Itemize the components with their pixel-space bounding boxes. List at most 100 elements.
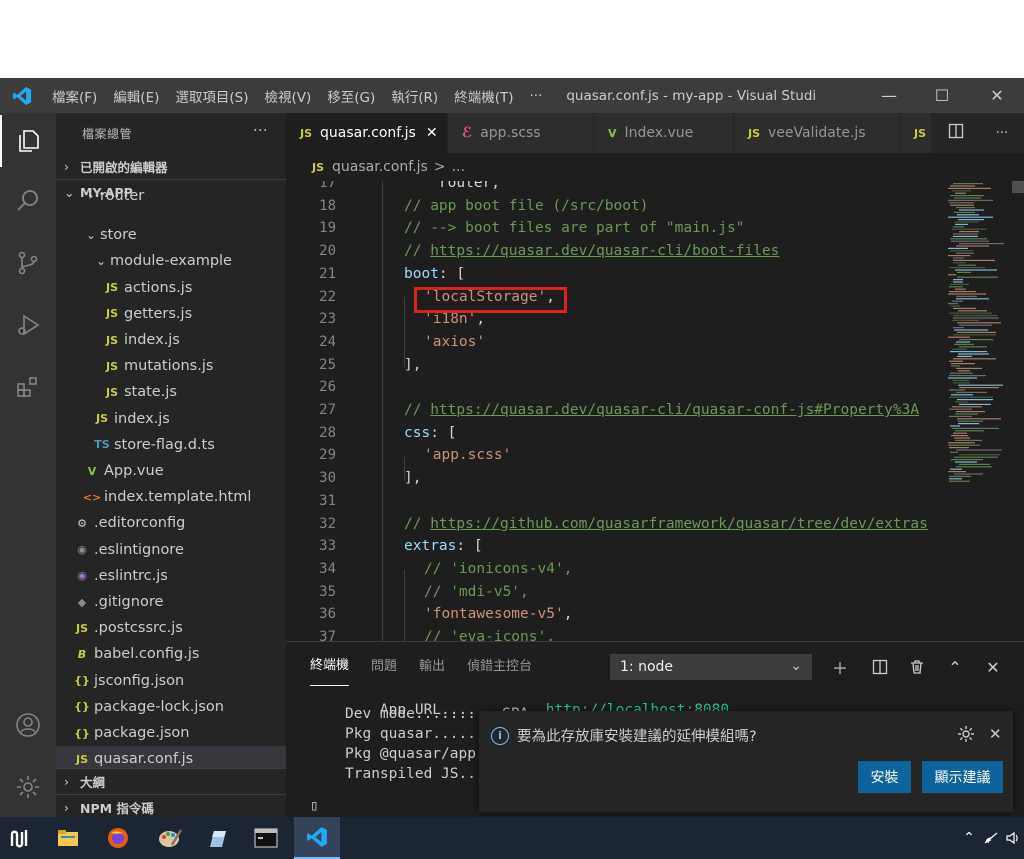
code-editor[interactable]: 17 18 19 20 21 22 23 24 25 26 27 28 29 30 31 32 33 34 35 36… bbox=[286, 181, 1024, 641]
tree-file-item[interactable]: JS getters.js bbox=[56, 301, 286, 327]
chevron-right-icon: › bbox=[64, 774, 69, 789]
search-icon[interactable] bbox=[0, 175, 56, 227]
split-editor-icon[interactable] bbox=[948, 123, 964, 143]
tray-expand-icon[interactable]: ⌃ bbox=[958, 817, 980, 859]
notification-close-button[interactable]: ✕ bbox=[989, 725, 1002, 743]
split-terminal-icon[interactable] bbox=[867, 654, 893, 680]
menu-view[interactable]: 檢視(V) bbox=[257, 86, 320, 106]
close-panel-icon[interactable]: ✕ bbox=[980, 654, 1006, 680]
notebook-icon[interactable] bbox=[198, 817, 238, 859]
ts-file-icon: TS bbox=[94, 438, 110, 452]
scrollbar-thumb[interactable] bbox=[1012, 181, 1024, 193]
tree-file-item[interactable]: JS state.js bbox=[56, 379, 286, 405]
tab-overflow[interactable]: JS bbox=[900, 113, 932, 153]
tree-folder-item[interactable]: › router bbox=[56, 183, 286, 209]
tree-file-item[interactable]: ⚙ .editorconfig bbox=[56, 510, 286, 536]
outline-label: 大綱 bbox=[80, 775, 106, 790]
open-editors-section[interactable]: › 已開啟的編輯器 bbox=[56, 153, 286, 179]
chevron-right-icon: › bbox=[64, 158, 69, 174]
menu-file[interactable]: 檔案(F) bbox=[44, 86, 105, 106]
minimap[interactable] bbox=[946, 181, 1010, 641]
trash-icon[interactable] bbox=[904, 654, 930, 680]
git-icon: ◆ bbox=[77, 595, 87, 609]
maximize-button[interactable]: ☐ bbox=[917, 78, 967, 113]
menu-run[interactable]: 執行(R) bbox=[383, 86, 446, 106]
tree-file-item[interactable]: {} jsconfig.json bbox=[56, 668, 286, 694]
tree-item-label: store bbox=[100, 227, 137, 244]
tab-output[interactable]: 輸出 bbox=[419, 642, 445, 686]
run-debug-icon[interactable] bbox=[0, 299, 56, 351]
wifi-icon[interactable] bbox=[980, 817, 1002, 859]
js-file-icon: JS bbox=[95, 412, 108, 426]
new-terminal-icon[interactable]: ＋ bbox=[827, 654, 853, 680]
tab-veevalidate[interactable]: JS veeValidate.js bbox=[734, 113, 900, 153]
tree-file-item[interactable]: JS index.js bbox=[56, 327, 286, 353]
maximize-panel-icon[interactable]: ⌃ bbox=[942, 654, 968, 680]
line-number: 30 bbox=[319, 470, 336, 487]
install-button[interactable]: 安裝 bbox=[858, 761, 911, 793]
code-line: extras: [ bbox=[404, 538, 483, 554]
close-window-button[interactable]: ✕ bbox=[972, 78, 1022, 113]
editor-scrollbar[interactable] bbox=[1010, 181, 1024, 641]
code-token: // app boot file (/src/boot) bbox=[404, 197, 649, 214]
account-icon[interactable] bbox=[0, 699, 56, 751]
tree-file-item[interactable]: {} package-lock.json bbox=[56, 694, 286, 720]
tree-file-item[interactable]: TS store-flag.d.ts bbox=[56, 432, 286, 458]
explorer-more-button[interactable]: ··· bbox=[253, 123, 268, 139]
open-editors-label: 已開啟的編輯器 bbox=[80, 159, 168, 175]
tab-label: app.scss bbox=[480, 125, 541, 141]
show-recommendations-button[interactable]: 顯示建議 bbox=[922, 761, 1003, 793]
tab-debug-console[interactable]: 偵錯主控台 bbox=[467, 642, 532, 686]
paint-icon[interactable] bbox=[150, 817, 190, 859]
tab-terminal[interactable]: 終端機 bbox=[310, 642, 350, 686]
tree-file-item[interactable]: JS index.js bbox=[56, 406, 286, 432]
npm-scripts-section[interactable]: › NPM 指令碼 bbox=[56, 794, 286, 817]
explorer-icon[interactable] bbox=[0, 115, 56, 167]
vscode-taskbar-icon[interactable] bbox=[294, 817, 340, 859]
tree-file-item[interactable]: V App.vue bbox=[56, 458, 286, 484]
breadcrumb-rest[interactable]: ... bbox=[452, 159, 465, 175]
menu-selection[interactable]: 選取項目(S) bbox=[167, 86, 256, 106]
json-file-icon: {} bbox=[74, 726, 90, 740]
settings-gear-icon[interactable] bbox=[0, 761, 56, 813]
tree-file-item[interactable]: {} package.json bbox=[56, 720, 286, 746]
menu-terminal[interactable]: 終端機(T) bbox=[446, 86, 521, 106]
code-token: 'app.scss' bbox=[424, 447, 512, 464]
tree-file-item[interactable]: JS .postcssrc.js bbox=[56, 615, 286, 641]
tab-quasar-conf[interactable]: JS quasar.conf.js ✕ bbox=[286, 113, 448, 153]
js-file-icon: JS bbox=[300, 126, 313, 140]
minimize-button[interactable]: — bbox=[864, 78, 914, 113]
tree-file-item[interactable]: ◉ .eslintrc.js bbox=[56, 563, 286, 589]
code-token: // 'eva-icons', bbox=[424, 629, 555, 641]
firefox-icon[interactable] bbox=[98, 817, 138, 859]
tree-folder-item[interactable]: ⌄ module-example bbox=[56, 248, 286, 274]
code-token: // 'mdi-v5', bbox=[424, 583, 529, 600]
tree-file-item[interactable]: JS actions.js bbox=[56, 275, 286, 301]
notification-settings-gear-icon[interactable] bbox=[957, 725, 975, 747]
source-control-icon[interactable] bbox=[0, 237, 56, 289]
tree-file-item[interactable]: JS mutations.js bbox=[56, 353, 286, 379]
menu-go[interactable]: 移至(G) bbox=[319, 86, 383, 106]
extensions-icon[interactable] bbox=[0, 361, 56, 413]
terminal-app-icon[interactable] bbox=[246, 817, 286, 859]
breadcrumb-file[interactable]: quasar.conf.js bbox=[332, 159, 428, 175]
tree-file-item[interactable]: ◆ .gitignore bbox=[56, 589, 286, 615]
code-line: // app boot file (/src/boot) bbox=[404, 198, 648, 214]
chevron-down-icon: ⌄ bbox=[85, 228, 97, 243]
more-actions-button[interactable]: ··· bbox=[996, 126, 1008, 141]
menu-edit[interactable]: 編輯(E) bbox=[105, 86, 167, 106]
tree-file-item[interactable]: ◉ .eslintignore bbox=[56, 537, 286, 563]
tree-file-item[interactable]: Bbabel.config.js bbox=[56, 641, 286, 667]
tab-app-scss[interactable]: ℰ app.scss bbox=[448, 113, 594, 153]
start-menu-icon[interactable] bbox=[0, 817, 40, 859]
tree-file-item[interactable]: <> index.template.html bbox=[56, 484, 286, 510]
terminal-select[interactable]: 1: node ⌄ bbox=[610, 654, 812, 680]
tree-folder-item[interactable]: ⌄ store bbox=[56, 222, 286, 248]
tab-index-vue[interactable]: V Index.vue bbox=[594, 113, 734, 153]
menu-more[interactable]: ··· bbox=[521, 88, 550, 104]
outline-section[interactable]: › 大綱 bbox=[56, 768, 286, 794]
volume-icon[interactable] bbox=[1002, 817, 1024, 859]
tab-problems[interactable]: 問題 bbox=[371, 642, 397, 686]
close-tab-icon[interactable]: ✕ bbox=[426, 125, 438, 141]
file-explorer-icon[interactable] bbox=[48, 817, 88, 859]
